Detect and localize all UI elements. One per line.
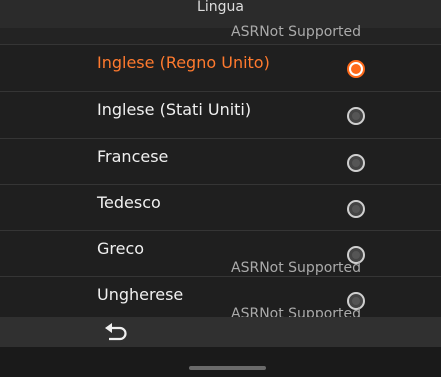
page-title: Lingua bbox=[197, 0, 244, 15]
radio-unselected-icon[interactable] bbox=[347, 107, 365, 125]
radio-dot bbox=[351, 64, 361, 74]
home-handle[interactable] bbox=[189, 366, 266, 370]
language-option-en-us[interactable]: Inglese (Stati Uniti) bbox=[0, 91, 441, 138]
back-arrow-icon[interactable] bbox=[103, 322, 129, 344]
radio-dot bbox=[352, 112, 360, 120]
system-nav-bar bbox=[0, 347, 441, 377]
language-option-el[interactable]: Greco ASRNot Supported bbox=[0, 230, 441, 277]
asr-note-top: ASRNot Supported bbox=[231, 24, 362, 40]
option-label: Francese bbox=[97, 147, 169, 166]
option-label: Inglese (Stati Uniti) bbox=[97, 100, 252, 119]
option-label: Greco bbox=[97, 239, 145, 258]
option-label: Tedesco bbox=[97, 193, 161, 212]
radio-dot bbox=[352, 205, 360, 213]
asr-note-inline: ASRNot Supported bbox=[231, 260, 362, 276]
radio-dot bbox=[352, 297, 360, 305]
bottom-toolbar bbox=[0, 317, 441, 347]
option-label: Ungherese bbox=[97, 285, 184, 304]
radio-selected-icon[interactable] bbox=[347, 60, 365, 78]
title-bar: Lingua bbox=[0, 0, 441, 28]
language-option-de[interactable]: Tedesco bbox=[0, 184, 441, 231]
language-option-en-gb[interactable]: Inglese (Regno Unito) bbox=[0, 44, 441, 91]
radio-dot bbox=[352, 251, 360, 259]
radio-unselected-icon[interactable] bbox=[347, 154, 365, 172]
radio-unselected-icon[interactable] bbox=[347, 200, 365, 218]
language-option-hu[interactable]: Ungherese ASRNot Supported bbox=[0, 276, 441, 323]
language-option-fr[interactable]: Francese bbox=[0, 138, 441, 185]
option-label: Inglese (Regno Unito) bbox=[97, 53, 270, 72]
language-settings-screen: Lingua ASRNot Supported Inglese (Regno U… bbox=[0, 0, 441, 377]
radio-dot bbox=[352, 159, 360, 167]
